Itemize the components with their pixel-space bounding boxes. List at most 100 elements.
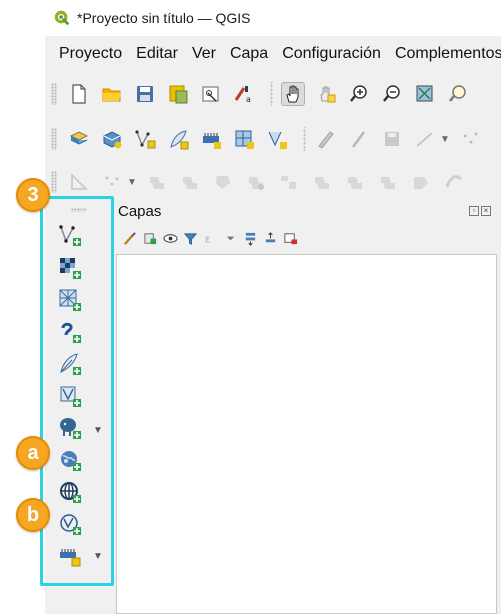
zoom-to-selection-button[interactable] — [446, 82, 470, 106]
toolbar-grip[interactable] — [71, 208, 87, 212]
toggle-editing-button[interactable] — [314, 127, 338, 151]
menu-capa[interactable]: Capa — [230, 45, 268, 63]
add-virtual-layer-icon — [60, 549, 81, 567]
title-bar: *Proyecto sin título — QGIS — [45, 0, 501, 36]
data-source-toolbar: ▼ ▼ — [45, 200, 109, 614]
add-xyz-layer-button[interactable] — [57, 479, 83, 505]
new-temporary-layer-button[interactable] — [199, 127, 223, 151]
add-vector-layer-button[interactable] — [57, 222, 83, 248]
open-project-button[interactable] — [100, 82, 124, 106]
menu-proyecto[interactable]: Proyecto — [59, 45, 122, 63]
chevron-down-icon — [226, 236, 234, 240]
save-edits-button[interactable] — [380, 127, 404, 151]
add-point-icon — [105, 176, 119, 186]
save-project-button[interactable] — [133, 82, 157, 106]
digitizing-toolbar: ▼ — [45, 164, 501, 200]
add-virtual-layer-button[interactable] — [57, 543, 83, 569]
add-postgis-layer-button[interactable] — [57, 415, 83, 441]
move-feature-button[interactable] — [145, 170, 169, 194]
temporary-layer-icon — [203, 133, 221, 149]
filter-dropdown-button[interactable] — [222, 230, 238, 246]
rotate-feature-button[interactable] — [178, 170, 202, 194]
add-raster-layer-icon — [60, 258, 81, 279]
mesh-layer-icon — [268, 131, 287, 149]
menu-editar[interactable]: Editar — [136, 45, 178, 63]
reshape-features-button[interactable] — [409, 170, 433, 194]
rotate-feature-icon — [182, 177, 197, 189]
add-gps-data-button[interactable] — [57, 351, 83, 377]
chevron-down-icon[interactable]: ▼ — [127, 177, 137, 188]
pan-map-button[interactable] — [281, 82, 305, 106]
save-as-button[interactable] — [166, 82, 190, 106]
digitize-line-button[interactable] — [413, 127, 437, 151]
simplify-feature-icon — [215, 176, 230, 189]
menu-configuracion[interactable]: Configuración — [282, 45, 381, 63]
chevron-down-icon[interactable]: ▼ — [440, 134, 450, 145]
delete-ring-button[interactable] — [343, 170, 367, 194]
edit-pencil-icon — [318, 131, 334, 149]
pan-selection-icon — [320, 86, 336, 103]
menu-ver[interactable]: Ver — [192, 45, 216, 63]
float-panel-icon[interactable]: ▫ — [469, 206, 479, 216]
data-source-manager-button[interactable] — [67, 127, 91, 151]
style-button[interactable] — [122, 230, 138, 246]
zoom-full-icon — [416, 85, 433, 102]
filter-legend-button[interactable] — [182, 230, 198, 246]
add-spatialite-layer-icon — [60, 386, 81, 407]
delete-part-button[interactable] — [376, 170, 400, 194]
new-project-button[interactable] — [67, 82, 91, 106]
add-point-button[interactable] — [100, 170, 124, 194]
print-layout-button[interactable] — [199, 82, 223, 106]
remove-layer-button[interactable] — [282, 230, 298, 246]
menu-complementos[interactable]: Complementos — [395, 45, 501, 63]
manage-map-themes-button[interactable] — [162, 230, 178, 246]
window-title: *Proyecto sin título — QGIS — [77, 10, 251, 26]
zoom-in-button[interactable] — [347, 82, 371, 106]
add-ring-button[interactable] — [244, 170, 268, 194]
digitize-points-button[interactable] — [458, 127, 482, 151]
add-wfs-layer-button[interactable] — [57, 511, 83, 537]
expression-filter-icon: ε — [204, 233, 210, 245]
current-edits-button[interactable] — [347, 127, 371, 151]
toolbar-grip[interactable] — [51, 128, 57, 150]
toolbar-grip[interactable] — [51, 171, 57, 193]
add-raster-layer-button[interactable] — [57, 255, 83, 281]
simplify-feature-button[interactable] — [211, 170, 235, 194]
pan-to-selection-button[interactable] — [314, 82, 338, 106]
new-virtual-layer-button[interactable] — [232, 127, 256, 151]
marker-b-badge: b — [16, 498, 50, 532]
expand-all-button[interactable] — [242, 230, 258, 246]
fill-ring-button[interactable] — [310, 170, 334, 194]
filter-expression-button[interactable]: ε — [202, 230, 218, 246]
new-mesh-layer-button[interactable] — [265, 127, 289, 151]
pan-hand-icon — [286, 85, 299, 103]
close-panel-icon[interactable]: × — [481, 206, 491, 216]
marker-a-badge: a — [16, 436, 50, 470]
geopackage-icon — [103, 131, 122, 149]
add-spatialite-layer-button[interactable] — [57, 383, 83, 409]
layers-tree[interactable] — [116, 254, 497, 614]
collapse-all-button[interactable] — [262, 230, 278, 246]
chevron-down-icon[interactable]: ▼ — [93, 551, 103, 562]
points-icon — [463, 132, 478, 144]
zoom-full-button[interactable] — [413, 82, 437, 106]
zoom-out-button[interactable] — [380, 82, 404, 106]
add-wms-wmts-layer-button[interactable] — [57, 447, 83, 473]
style-manager-button[interactable]: a — [232, 82, 256, 106]
new-geopackage-layer-button[interactable] — [100, 127, 124, 151]
vertex-tool-button[interactable] — [67, 170, 91, 194]
add-mesh-layer-button[interactable] — [57, 287, 83, 313]
add-group-button[interactable] — [142, 230, 158, 246]
new-shapefile-layer-button[interactable] — [133, 127, 157, 151]
remove-layer-icon — [283, 232, 297, 244]
add-part-button[interactable] — [277, 170, 301, 194]
svg-text:ε: ε — [204, 233, 210, 245]
chevron-down-icon[interactable]: ▼ — [93, 425, 103, 436]
add-delimited-text-layer-button[interactable] — [57, 319, 83, 345]
toolbar-grip[interactable] — [51, 83, 57, 105]
offset-curve-button[interactable] — [442, 170, 466, 194]
fill-ring-icon — [314, 177, 329, 189]
feather-icon — [170, 130, 189, 150]
panel-title: Capas — [118, 203, 162, 220]
new-spatialite-layer-button[interactable] — [166, 127, 190, 151]
